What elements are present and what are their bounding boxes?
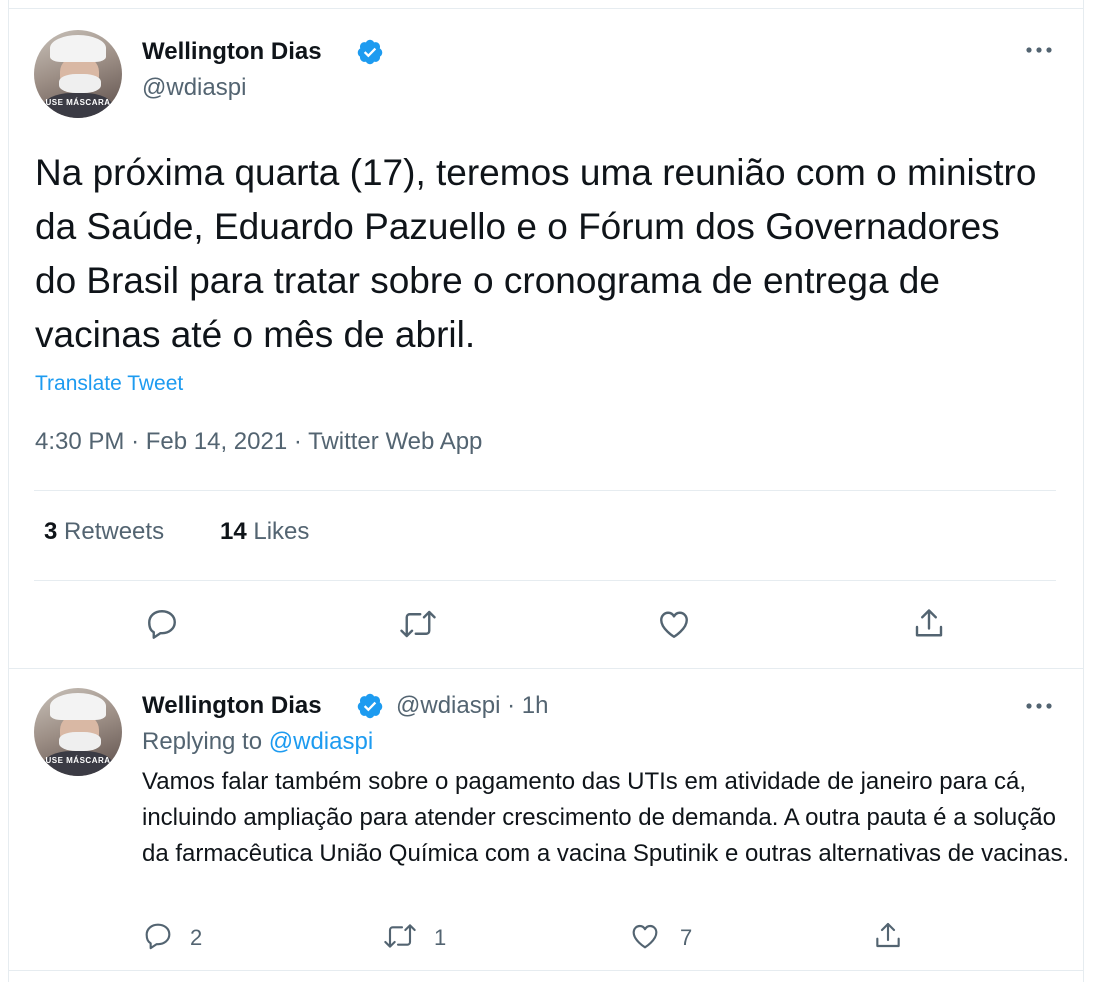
separator-dot: · — [131, 428, 140, 455]
share-icon[interactable] — [872, 920, 904, 952]
reply-author-handle-line: @wdiaspi · 1h — [396, 692, 548, 720]
tweet-text: Na próxima quarta (17), teremos uma reun… — [35, 152, 1037, 355]
replying-to: Replying to @wdiaspi — [142, 728, 373, 756]
thread-separator — [8, 668, 1084, 669]
separator-dot: · — [507, 692, 516, 719]
more-options-icon[interactable] — [1024, 40, 1054, 60]
retweet-icon[interactable] — [398, 606, 438, 642]
top-border — [8, 8, 1084, 9]
separator-dot: · — [293, 428, 302, 455]
like-icon[interactable] — [628, 920, 662, 952]
more-options-icon[interactable] — [1024, 696, 1054, 716]
divider — [34, 490, 1056, 491]
reply-time[interactable]: 1h — [522, 692, 549, 719]
replying-to-label: Replying to — [142, 728, 263, 755]
likes-label: Likes — [253, 518, 310, 545]
reply-count: 2 — [190, 925, 203, 950]
retweets-stat[interactable]: 3 Retweets — [44, 518, 164, 546]
reply-author-handle[interactable]: @wdiaspi — [396, 692, 500, 719]
divider — [34, 580, 1056, 581]
reply-icon[interactable] — [142, 920, 174, 952]
author-handle[interactable]: @wdiaspi — [142, 74, 246, 102]
reply-text: Vamos falar também sobre o pagamento das… — [142, 768, 1070, 867]
author-avatar[interactable]: USE MÁSCARA — [34, 30, 122, 118]
likes-count: 14 — [220, 518, 247, 545]
share-icon[interactable] — [911, 606, 947, 642]
author-name[interactable]: Wellington Dias — [142, 38, 322, 66]
verified-badge-icon — [357, 39, 383, 65]
verified-badge-icon — [357, 693, 383, 719]
tweet-source[interactable]: Twitter Web App — [308, 428, 482, 455]
reply-author-name[interactable]: Wellington Dias — [142, 692, 322, 720]
bottom-border — [8, 970, 1084, 971]
retweets-label: Retweets — [64, 518, 165, 545]
tweet-date[interactable]: Feb 14, 2021 — [146, 428, 287, 455]
like-icon[interactable] — [655, 606, 693, 642]
retweet-count: 1 — [434, 925, 447, 950]
tweet-time[interactable]: 4:30 PM — [35, 428, 124, 455]
retweets-count: 3 — [44, 518, 58, 545]
like-count: 7 — [680, 925, 693, 950]
tweet-metadata: 4:30 PM · Feb 14, 2021 · Twitter Web App — [35, 428, 482, 456]
avatar-caption: USE MÁSCARA — [45, 756, 111, 766]
reply-author-avatar[interactable]: USE MÁSCARA — [34, 688, 122, 776]
retweet-icon[interactable] — [382, 920, 418, 952]
avatar-caption: USE MÁSCARA — [45, 98, 111, 108]
reply-icon[interactable] — [144, 606, 180, 642]
likes-stat[interactable]: 14 Likes — [220, 518, 309, 546]
translate-tweet-link[interactable]: Translate Tweet — [35, 372, 183, 396]
replying-to-handle[interactable]: @wdiaspi — [269, 728, 373, 755]
